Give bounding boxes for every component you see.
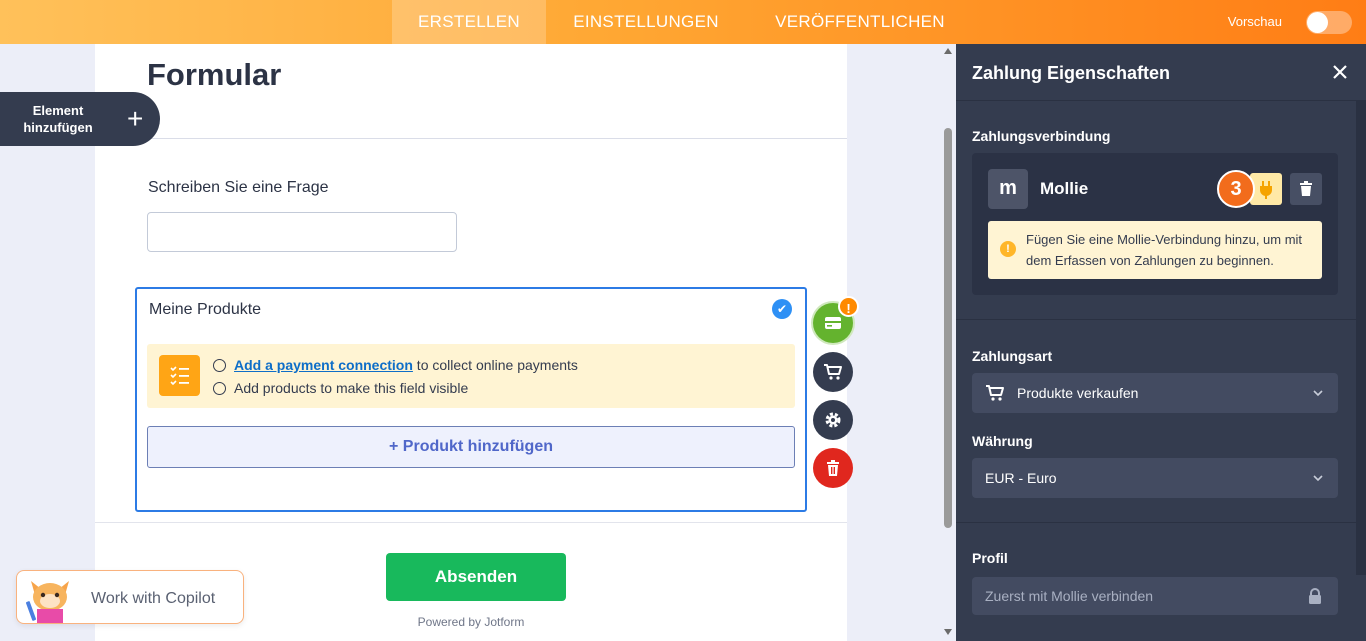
panel-scrollbar[interactable] [1356, 101, 1366, 575]
warning-badge: ! [838, 296, 859, 317]
notice-row-text: to collect online payments [412, 357, 578, 373]
check-icon: ✔ [772, 299, 792, 319]
add-element-label: Element hinzufügen [23, 103, 93, 135]
cart-button[interactable] [813, 352, 853, 392]
form-title[interactable]: Formular [147, 57, 281, 93]
product-field-label[interactable]: Meine Produkte [149, 301, 261, 319]
product-list-field[interactable]: Meine Produkte ✔ Add a payment connectio… [135, 287, 807, 512]
scroll-up-icon[interactable] [944, 48, 952, 54]
settings-button[interactable] [813, 400, 853, 440]
chevron-down-icon [1313, 475, 1323, 482]
tab-erstellen[interactable]: ERSTELLEN [392, 0, 546, 44]
profile-label: Profil [972, 550, 1008, 566]
panel-title: Zahlung Eigenschaften [972, 63, 1171, 83]
add-product-button[interactable]: + Produkt hinzufügen [147, 426, 795, 468]
payment-connection-card: m Mollie 3 ! Fügen Sie eine Mollie-Verbi… [972, 153, 1338, 295]
toggle-knob [1307, 12, 1328, 33]
radio-icon [213, 359, 226, 372]
title-divider [95, 138, 847, 139]
provider-name: Mollie [1040, 179, 1089, 198]
payment-type-dropdown[interactable]: Produkte verkaufen [972, 373, 1338, 413]
checklist-icon [159, 355, 200, 396]
payment-properties-panel: Zahlung Eigenschaften Zahlungsverbindung… [956, 44, 1366, 641]
delete-field-button[interactable] [813, 448, 853, 488]
connection-warning: ! Fügen Sie eine Mollie-Verbindung hinzu… [988, 221, 1322, 279]
gear-icon [825, 412, 841, 428]
copilot-button[interactable]: Work with Copilot [16, 570, 244, 624]
mollie-logo: m [988, 169, 1028, 209]
lock-icon [1309, 588, 1321, 604]
remove-connection-button[interactable] [1290, 173, 1322, 205]
panel-divider [956, 522, 1366, 523]
cart-icon [824, 364, 842, 380]
trash-icon [1300, 181, 1312, 196]
profile-field: Zuerst mit Mollie verbinden [972, 577, 1338, 615]
copilot-label: Work with Copilot [91, 590, 216, 607]
canvas-scrollbar[interactable] [940, 44, 956, 641]
top-navigation-bar: ERSTELLEN EINSTELLUNGEN VERÖFFENTLICHEN … [0, 0, 1366, 44]
payment-type-value: Produkte verkaufen [1017, 385, 1139, 401]
warning-icon: ! [1000, 241, 1016, 257]
plus-icon: + [127, 103, 144, 134]
step-badge: 3 [1217, 170, 1255, 208]
scroll-thumb[interactable] [944, 128, 952, 528]
panel-header: Zahlung Eigenschaften [956, 44, 1366, 101]
payment-type-label: Zahlungsart [972, 348, 1053, 364]
add-payment-connection-link[interactable]: Add a payment connection [234, 357, 413, 373]
copilot-avatar-icon [25, 581, 69, 623]
question-label[interactable]: Schreiben Sie eine Frage [148, 179, 329, 197]
profile-placeholder: Zuerst mit Mollie verbinden [985, 588, 1154, 604]
notice-row-products: Add products to make this field visible [213, 380, 468, 396]
submit-button[interactable]: Absenden [386, 553, 566, 601]
radio-icon [213, 382, 226, 395]
panel-divider [956, 319, 1366, 320]
preview-toggle[interactable] [1306, 11, 1352, 34]
notice-row-text: Add products to make this field visible [234, 380, 469, 396]
payment-connection-label: Zahlungsverbindung [972, 128, 1111, 144]
form-canvas: Formular Schreiben Sie eine Frage Meine … [95, 44, 847, 641]
form-divider [95, 522, 847, 523]
question-input[interactable] [147, 212, 457, 252]
chevron-down-icon [1313, 390, 1323, 397]
currency-value: EUR - Euro [985, 470, 1057, 486]
cart-icon [986, 385, 1004, 401]
tab-einstellungen[interactable]: EINSTELLUNGEN [560, 0, 732, 44]
add-element-button[interactable]: Element hinzufügen + [0, 92, 160, 146]
currency-label: Währung [972, 433, 1033, 449]
preview-label: Vorschau [1227, 14, 1282, 29]
currency-dropdown[interactable]: EUR - Euro [972, 458, 1338, 498]
tab-veroeffentlichen[interactable]: VERÖFFENTLICHEN [760, 0, 960, 44]
payment-icon [825, 317, 841, 329]
trash-icon [827, 460, 839, 476]
scroll-down-icon[interactable] [944, 629, 952, 635]
close-icon[interactable] [1330, 62, 1350, 82]
payment-notice: Add a payment connection to collect onli… [147, 344, 795, 461]
connection-warning-text: Fügen Sie eine Mollie-Verbindung hinzu, … [1026, 232, 1303, 268]
notice-row-payment: Add a payment connection to collect onli… [213, 357, 578, 373]
